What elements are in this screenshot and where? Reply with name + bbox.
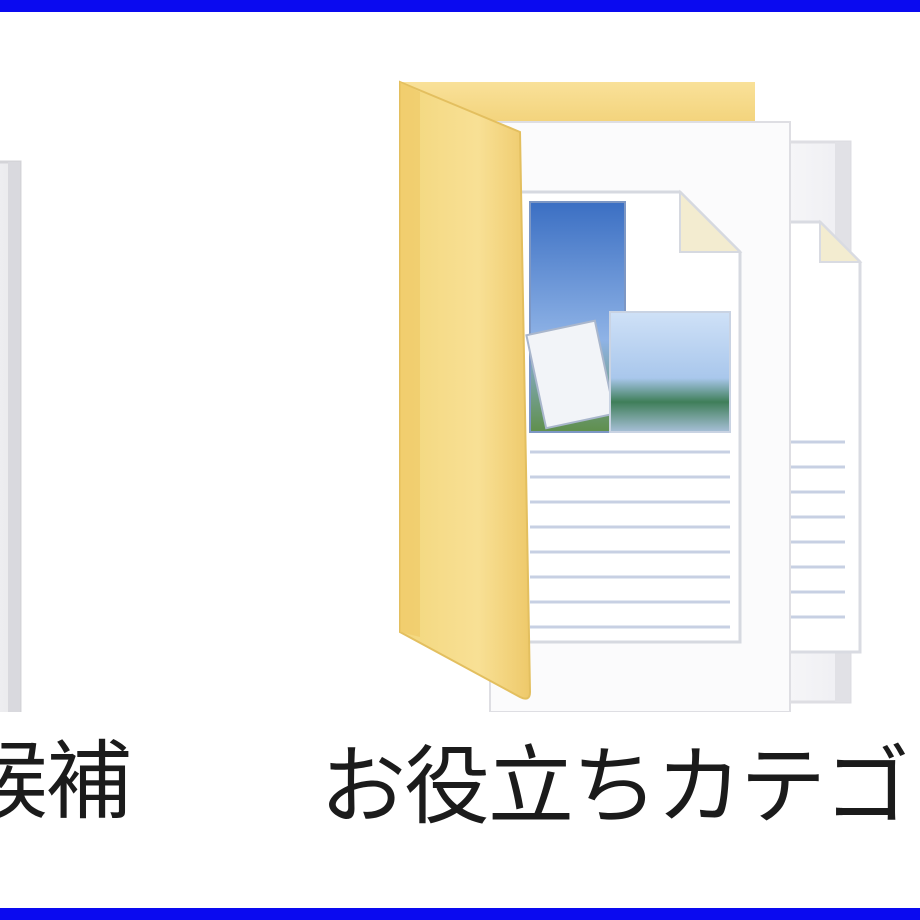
folder-item-left[interactable]: 候補: [0, 12, 170, 892]
folder-label: お役立ちカテゴリー: [320, 737, 920, 837]
selection-border-bottom: [0, 908, 920, 920]
folder-icon: [0, 160, 22, 712]
folder-label: 候補: [0, 732, 132, 832]
folder-documents-icon: [399, 80, 863, 712]
explorer-view: 候補 お役立ちカテゴ: [0, 0, 920, 920]
selection-border-top: [0, 0, 920, 12]
folder-item-useful-category[interactable]: お役立ちカテゴリー: [300, 12, 920, 892]
